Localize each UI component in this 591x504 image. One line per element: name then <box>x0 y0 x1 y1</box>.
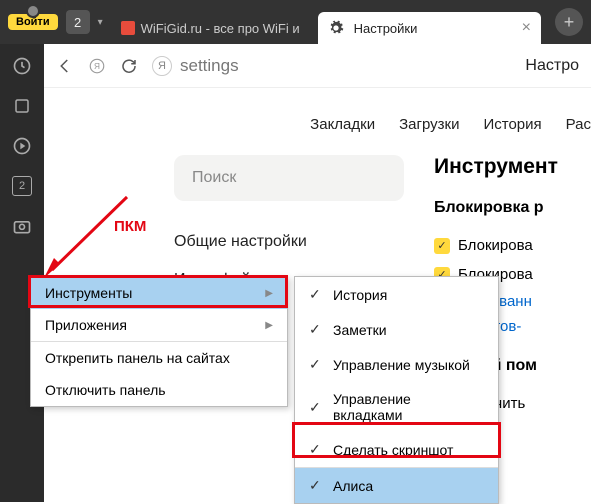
side-panel: 2 <box>0 44 44 502</box>
check-icon: ✓ <box>309 321 323 338</box>
nav-bookmarks[interactable]: Закладки <box>310 116 375 133</box>
back-button[interactable] <box>56 57 74 75</box>
ctx-unpin[interactable]: Открепить панель на сайтах <box>31 342 287 374</box>
page-title: Настро <box>525 57 579 75</box>
nav-downloads[interactable]: Загрузки <box>399 116 459 133</box>
browser-toolbar: Я Я settings Настро <box>44 44 591 88</box>
play-icon[interactable] <box>12 136 32 156</box>
history-icon[interactable] <box>12 56 32 76</box>
chevron-down-icon[interactable]: ▾ <box>98 17 103 28</box>
sub-history[interactable]: ✓История <box>295 277 498 312</box>
link-general[interactable]: Общие настройки <box>174 223 404 261</box>
ctx-tools[interactable]: Инструменты▶ <box>31 277 287 309</box>
ctx-disable-panel[interactable]: Отключить панель <box>31 374 287 406</box>
block-ads-title: Блокировка р <box>434 199 591 217</box>
screenshot-icon[interactable] <box>12 216 32 236</box>
chevron-right-icon: ▶ <box>265 288 273 299</box>
sub-tabs[interactable]: ✓Управление вкладками <box>295 382 498 432</box>
new-tab-button[interactable]: + <box>555 8 583 36</box>
check-icon: ✓ <box>309 286 323 303</box>
close-tab-icon[interactable]: × <box>522 19 531 37</box>
settings-nav: Закладки Загрузки История Рас <box>44 88 591 155</box>
annotation-arrow <box>42 192 132 278</box>
tab-counter[interactable]: 2 <box>66 10 90 34</box>
nav-history[interactable]: История <box>483 116 541 133</box>
check-icon: ✓ <box>309 477 323 494</box>
context-submenu-tools: ✓История ✓Заметки ✓Управление музыкой ✓У… <box>294 276 499 504</box>
context-menu-sidebar: Инструменты▶ Приложения▶ Открепить панел… <box>30 276 288 407</box>
reload-button[interactable] <box>120 57 138 75</box>
check-icon: ✓ <box>309 399 323 416</box>
check-icon: ✓ <box>309 356 323 373</box>
sub-music[interactable]: ✓Управление музыкой <box>295 347 498 382</box>
sub-screenshot[interactable]: ✓Сделать скриншот <box>295 432 498 467</box>
chevron-right-icon: ▶ <box>265 320 273 331</box>
section-tools-title: Инструмент <box>434 155 591 179</box>
sub-alisa[interactable]: ✓Алиса <box>295 468 498 503</box>
tab-settings[interactable]: Настройки × <box>318 12 541 44</box>
bookmarks-icon[interactable] <box>12 96 32 116</box>
avatar-icon <box>26 4 40 18</box>
nav-ext[interactable]: Рас <box>566 116 591 133</box>
gear-icon <box>328 20 344 36</box>
check-icon: ✓ <box>309 441 323 458</box>
login-button[interactable]: Войти <box>8 14 58 30</box>
title-bar: Войти 2 ▾ WiFiGid.ru - все про WiFi и На… <box>0 0 591 44</box>
check-block1[interactable]: ✓Блокирова <box>434 231 591 260</box>
yandex-home-icon[interactable]: Я <box>88 57 106 75</box>
ctx-apps[interactable]: Приложения▶ <box>31 309 287 341</box>
wifi-favicon-icon <box>121 21 135 35</box>
settings-search[interactable]: Поиск <box>174 155 404 201</box>
address-bar[interactable]: Я settings <box>152 56 511 76</box>
tabs-icon[interactable]: 2 <box>12 176 32 196</box>
tab-wifigid[interactable]: WiFiGid.ru - все про WiFi и <box>111 12 310 44</box>
site-icon: Я <box>152 56 172 76</box>
sub-notes[interactable]: ✓Заметки <box>295 312 498 347</box>
svg-text:Я: Я <box>94 62 100 71</box>
